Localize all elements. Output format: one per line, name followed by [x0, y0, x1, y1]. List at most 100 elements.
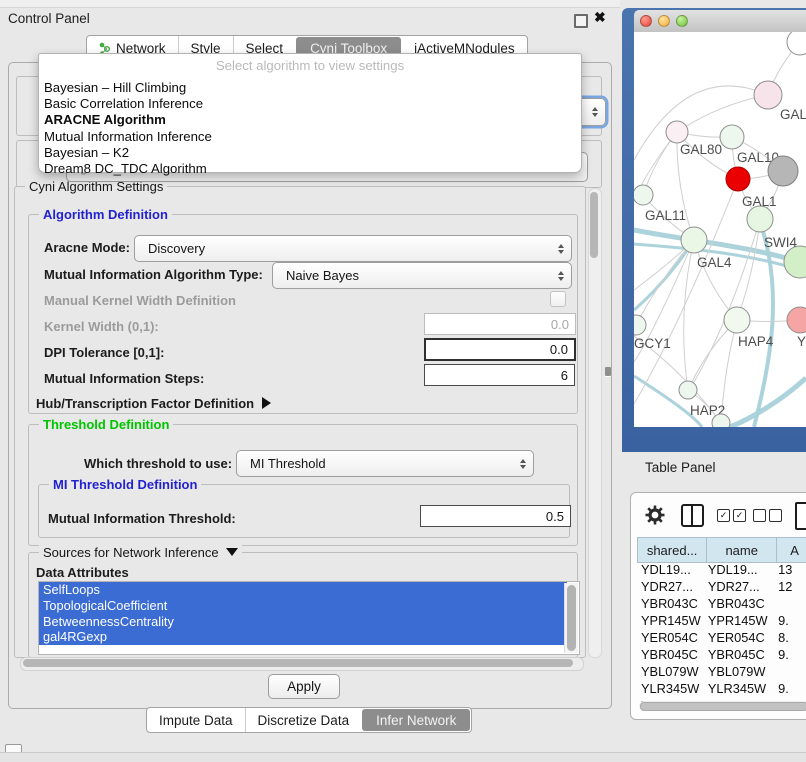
attribute-item-topologicalcoefficient[interactable]: TopologicalCoefficient	[39, 598, 567, 614]
kernel-width-label: Kernel Width (0,1):	[44, 319, 159, 334]
network-node-gal80[interactable]	[666, 121, 688, 143]
attribute-item-betweennesscentrality[interactable]: BetweennessCentrality	[39, 614, 567, 630]
node-label: GCY1	[634, 336, 671, 351]
network-node-gal1[interactable]	[747, 206, 773, 232]
network-node-hap2[interactable]	[679, 381, 697, 399]
algorithm-option-bayesian-k2[interactable]: Bayesian – K2	[44, 145, 576, 161]
function-builder-icon[interactable]	[795, 502, 806, 530]
table-row[interactable]: YDL19...YDL19...13	[637, 561, 806, 578]
algorithm-option-basic-correlation-inference[interactable]: Basic Correlation Inference	[44, 96, 576, 112]
table-cell: YPR145W	[704, 612, 774, 629]
table-cell: 9.	[774, 680, 806, 697]
table-cell: YDR27...	[637, 578, 704, 595]
panel-divider-handle[interactable]	[605, 367, 611, 376]
column-header-name[interactable]: name	[707, 538, 777, 563]
table-panel-title: Table Panel	[645, 460, 716, 475]
select-all-icon[interactable]: ✓✓	[717, 509, 746, 522]
hub-definition-toggle[interactable]: Hub/Transcription Factor Definition	[36, 396, 271, 411]
column-header-shared[interactable]: shared...	[638, 538, 707, 563]
deselect-all-icon[interactable]	[753, 509, 782, 522]
table-cell: 8.	[774, 629, 806, 646]
table-row[interactable]: YPR145WYPR145W9.	[637, 612, 806, 629]
node-table: shared...nameA	[637, 537, 806, 563]
table-cell	[774, 663, 806, 680]
table-row[interactable]: YLR345WYLR345W9.	[637, 680, 806, 697]
close-panel-icon[interactable]: ✖	[594, 9, 606, 26]
close-window-icon[interactable]	[640, 15, 652, 27]
network-node[interactable]	[787, 32, 806, 55]
network-graph: GALGAL80GAL10GAL1GAL11GAL4SWI4GCY1HAP4YH…	[634, 32, 806, 427]
node-label: GAL4	[697, 255, 732, 270]
kernel-width-field[interactable]: 0.0	[424, 313, 576, 335]
settings-horizontal-scrollbar[interactable]	[20, 657, 584, 671]
threshold-definition-title: Threshold Definition	[39, 417, 173, 432]
mi-algorithm-type-combo[interactable]: Naive Bayes	[272, 262, 572, 289]
network-node-gal10[interactable]	[720, 125, 744, 149]
algorithm-option-dream8-dc-tdc-algorithm[interactable]: Dream8 DC_TDC Algorithm	[44, 161, 576, 177]
attribute-item-gal4rgexp[interactable]: gal4RGexp	[39, 629, 567, 645]
tab-impute-data[interactable]: Impute Data	[147, 708, 245, 732]
combo-stepper-icon	[558, 244, 564, 254]
manual-kernel-checkbox[interactable]	[550, 291, 566, 307]
data-attributes-list[interactable]: SelfLoopsTopologicalCoefficientBetweenne…	[38, 581, 580, 655]
network-node-gal11[interactable]	[634, 185, 653, 205]
table-cell: YER054C	[637, 629, 704, 646]
table-cell: YER054C	[704, 629, 774, 646]
dpi-tolerance-field[interactable]: 0.0	[424, 338, 576, 361]
cyni-mode-tabs: Impute DataDiscretize DataInfer Network	[146, 707, 472, 733]
table-row[interactable]: YDR27...YDR27...12	[637, 578, 806, 595]
float-panel-icon[interactable]	[574, 14, 588, 28]
expand-arrow-icon	[262, 397, 271, 409]
table-cell: YPR145W	[637, 612, 704, 629]
minimize-window-icon[interactable]	[658, 15, 670, 27]
network-node-gal[interactable]	[754, 81, 782, 109]
network-node-gcy1[interactable]	[634, 315, 646, 335]
apply-button[interactable]: Apply	[268, 674, 340, 699]
network-node-swi4[interactable]	[784, 246, 806, 278]
network-node[interactable]	[712, 414, 730, 427]
node-label: HAP4	[738, 334, 774, 349]
table-row[interactable]: YER054CYER054C8.	[637, 629, 806, 646]
aracne-mode-label: Aracne Mode:	[44, 240, 130, 255]
tab-discretize-data[interactable]: Discretize Data	[245, 708, 362, 732]
network-edge	[684, 240, 694, 390]
network-node-y[interactable]	[787, 307, 806, 333]
table-cell: 13	[774, 561, 806, 578]
mi-steps-field[interactable]: 6	[424, 364, 575, 386]
tab-infer-network[interactable]: Infer Network	[362, 709, 470, 731]
network-node-gal4[interactable]	[681, 227, 707, 253]
node-table-body: YDL19...YDL19...13YDR27...YDR27...12YBR0…	[637, 561, 806, 707]
table-row[interactable]: YBR043CYBR043C	[637, 595, 806, 612]
collapse-arrow-icon	[226, 548, 238, 556]
table-horizontal-scrollbar[interactable]	[639, 701, 806, 710]
table-row[interactable]: YBL079WYBL079W	[637, 663, 806, 680]
column-header-a[interactable]: A	[777, 538, 806, 563]
algorithm-option-mutual-information-inference[interactable]: Mutual Information Inference	[44, 129, 576, 145]
manual-kernel-label: Manual Kernel Width Definition	[44, 293, 236, 308]
list-scrollbar[interactable]	[564, 583, 578, 653]
network-node[interactable]	[726, 167, 750, 191]
settings-vertical-scrollbar[interactable]	[588, 188, 602, 658]
network-node[interactable]	[768, 156, 798, 186]
combo-stepper-icon	[520, 459, 526, 469]
sources-group-title[interactable]: Sources for Network Inference	[39, 545, 242, 560]
which-threshold-label: Which threshold to use:	[84, 456, 232, 471]
which-threshold-combo[interactable]: MI Threshold	[236, 450, 534, 477]
network-node-hap4[interactable]	[724, 307, 750, 333]
mi-threshold-field[interactable]: 0.5	[420, 505, 571, 527]
zoom-window-icon[interactable]	[676, 15, 688, 27]
algorithm-option-aracne-algorithm[interactable]: ARACNE Algorithm	[44, 112, 576, 128]
algorithm-option-bayesian-hill-climbing[interactable]: Bayesian – Hill Climbing	[44, 80, 576, 96]
attribute-item-selfloops[interactable]: SelfLoops	[39, 582, 567, 598]
table-cell: YDL19...	[637, 561, 704, 578]
network-canvas[interactable]: GALGAL80GAL10GAL1GAL11GAL4SWI4GCY1HAP4YH…	[634, 32, 806, 427]
settings-gear-icon[interactable]	[645, 505, 665, 525]
table-panel: ✓✓ shared...nameA YDL19...YDL19...13YDR2…	[630, 492, 806, 720]
network-window-titlebar[interactable]	[634, 10, 806, 33]
control-panel-title: Control Panel	[8, 11, 90, 26]
mi-threshold-group-title: MI Threshold Definition	[49, 477, 201, 492]
aracne-mode-combo[interactable]: Discovery	[134, 235, 572, 262]
table-row[interactable]: YBR045CYBR045C9.	[637, 646, 806, 663]
table-cell: YLR345W	[704, 680, 774, 697]
column-layout-icon[interactable]	[681, 504, 704, 527]
